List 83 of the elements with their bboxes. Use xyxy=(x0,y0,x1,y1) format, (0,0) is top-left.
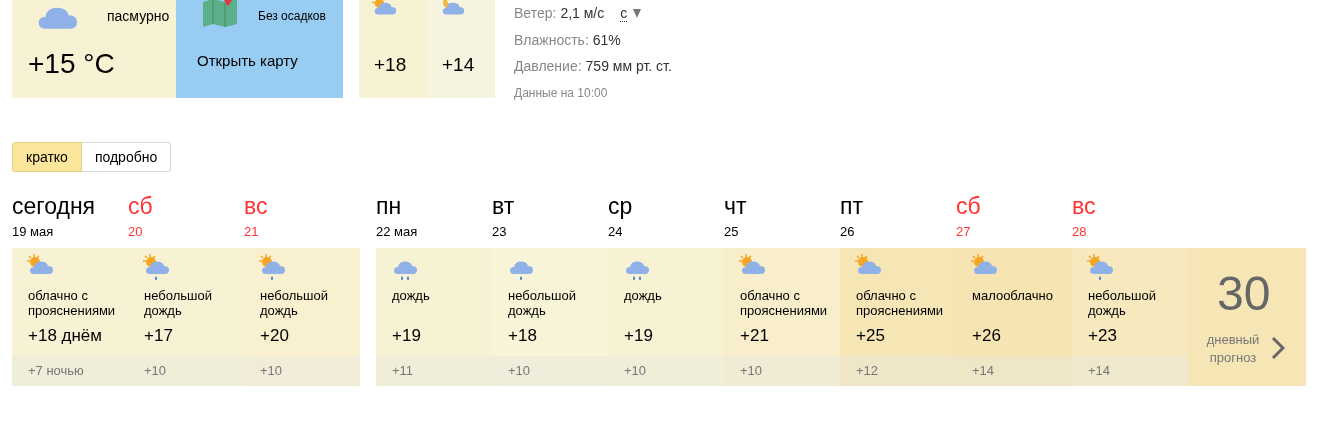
day-temperature: +26 xyxy=(972,326,1002,346)
day-name: вс xyxy=(1072,193,1097,221)
day-temperature: +21 xyxy=(740,326,770,346)
day-name: вс xyxy=(244,193,269,221)
day-name: чт xyxy=(724,193,748,221)
day-name: пт xyxy=(840,193,864,221)
forecast-card[interactable]: малооблачно +26 +14 xyxy=(956,248,1072,386)
forecast-label: дневный прогноз xyxy=(1205,331,1261,367)
wind-value: 2,1 м/с xyxy=(560,5,605,21)
month-forecast-link[interactable]: 30 дневный прогноз xyxy=(1188,248,1306,386)
day-date: 23 xyxy=(492,224,508,241)
part-temperature: +18 xyxy=(374,54,407,76)
day-temperature: +18 днём xyxy=(28,326,103,346)
condition-text: небольшой дождь xyxy=(1088,288,1157,320)
forecast-card[interactable]: небольшой дождь +20 +10 xyxy=(244,248,360,386)
condition-text: облачно с прояснениями xyxy=(28,288,117,320)
day-date: 20 xyxy=(128,224,144,241)
day-date: 22 мая xyxy=(376,224,419,241)
days-count: 30 xyxy=(1217,266,1271,321)
day-name: сб xyxy=(128,193,154,221)
day-date: 27 xyxy=(956,224,972,241)
wind-direction: с xyxy=(620,6,628,22)
forecast-card[interactable]: облачно с прояснениями +18 днём +7 ночью xyxy=(12,248,128,386)
day-date: 26 xyxy=(840,224,856,241)
wind-label: Ветер: xyxy=(514,5,557,21)
condition-text: облачно с прояснениями xyxy=(740,288,829,320)
forecast-card[interactable]: облачно с прояснениями +25 +12 xyxy=(840,248,956,386)
precipitation-label: Без осадков xyxy=(258,9,326,23)
condition-text: небольшой дождь xyxy=(508,288,577,320)
day-temperature: +25 xyxy=(856,326,886,346)
night-temperature: +10 xyxy=(144,363,167,378)
condition-text: малооблачно xyxy=(972,288,1054,305)
night-temperature: +14 xyxy=(972,363,995,378)
day-name: вт xyxy=(492,193,516,221)
day-date: 21 xyxy=(244,224,260,241)
condition-text: облачно с прояснениями xyxy=(856,288,945,320)
day-temperature: +23 xyxy=(1088,326,1118,346)
chevron-right-icon xyxy=(1271,336,1285,360)
day-temperature: +19 xyxy=(624,326,654,346)
humidity-label: Влажность: xyxy=(514,31,589,48)
forecast-card[interactable]: дождь +19 +11 xyxy=(376,248,492,386)
condition-text: небольшой дождь xyxy=(144,288,213,320)
forecast-card[interactable]: небольшой дождь +17 +10 xyxy=(128,248,244,386)
night-temperature: +7 ночью xyxy=(28,363,84,378)
night-temperature: +14 xyxy=(1088,363,1111,378)
view-tab[interactable]: кратко xyxy=(12,142,82,172)
current-temperature: +15 °C xyxy=(28,48,115,80)
night-temperature: +10 xyxy=(508,363,531,378)
day-name: сегодня xyxy=(12,193,97,221)
day-name: сб xyxy=(956,193,982,221)
day-temperature: +18 xyxy=(508,326,538,346)
condition-text: дождь xyxy=(624,288,663,305)
condition-text: дождь xyxy=(392,288,431,305)
forecast-card[interactable]: небольшой дождь +23 +14 xyxy=(1072,248,1188,386)
condition-text: небольшой дождь xyxy=(260,288,329,320)
night-temperature: +10 xyxy=(624,363,647,378)
forecast-card[interactable]: небольшой дождь +18 +10 xyxy=(492,248,608,386)
day-temperature: +19 xyxy=(392,326,422,346)
day-date: 19 мая xyxy=(12,224,55,241)
part-temperature: +14 xyxy=(442,54,475,76)
condition-text: пасмурно xyxy=(107,8,170,24)
night-temperature: +11 xyxy=(392,363,414,378)
night-temperature: +10 xyxy=(740,363,763,378)
night-temperature: +10 xyxy=(260,363,283,378)
day-date: 24 xyxy=(608,224,624,241)
map-icon xyxy=(201,0,239,28)
day-name: ср xyxy=(608,193,634,221)
humidity-value: 61% xyxy=(592,31,621,48)
open-map-link[interactable]: Открыть карту xyxy=(197,52,298,69)
day-temperature: +20 xyxy=(260,326,290,346)
map-card[interactable]: Без осадков Открыть карту xyxy=(176,0,343,98)
day-temperature: +17 xyxy=(144,326,174,346)
pressure-value: 759 мм рт. ст. xyxy=(585,57,672,74)
day-date: 25 xyxy=(724,224,740,241)
caret-icon xyxy=(633,9,642,18)
day-date: 28 xyxy=(1072,224,1088,241)
update-time: Данные на 10:00 xyxy=(514,85,609,100)
forecast-card[interactable]: дождь +19 +10 xyxy=(608,248,724,386)
day-name: пн xyxy=(376,193,403,221)
view-tab[interactable]: подробно xyxy=(81,142,172,172)
pressure-label: Давление: xyxy=(514,57,582,74)
night-temperature: +12 xyxy=(856,363,879,378)
forecast-card[interactable]: облачно с прояснениями +21 +10 xyxy=(724,248,840,386)
